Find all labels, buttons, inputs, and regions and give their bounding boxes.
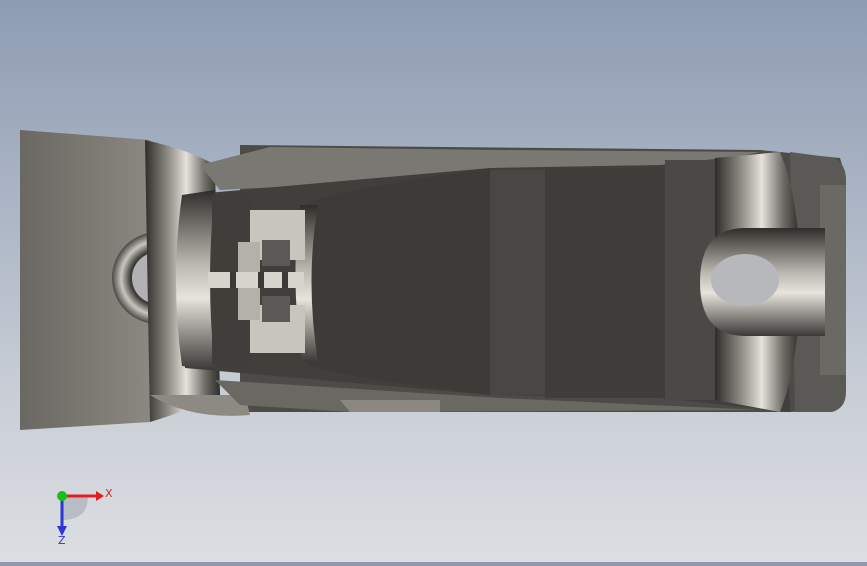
z-axis-label: Z [58,534,66,546]
center-gap-1 [230,272,236,288]
center-slot-bottom [262,296,290,322]
front-jaw [305,168,490,395]
bottom-roller [340,400,440,412]
x-axis-arrow [96,491,104,501]
graphics-viewport[interactable]: X Z [0,0,867,562]
center-gap-3 [282,272,288,288]
right-eye-hole [711,254,779,306]
model-view[interactable] [0,0,867,562]
y-axis-dot [57,491,67,501]
coordinate-triad: X Z [48,482,118,547]
center-slot-top [262,240,290,266]
x-axis-label: X [105,487,113,500]
panel-2 [545,168,665,398]
center-bar [208,272,304,288]
triad-shadow [62,496,88,520]
center-gap-2 [258,272,264,288]
